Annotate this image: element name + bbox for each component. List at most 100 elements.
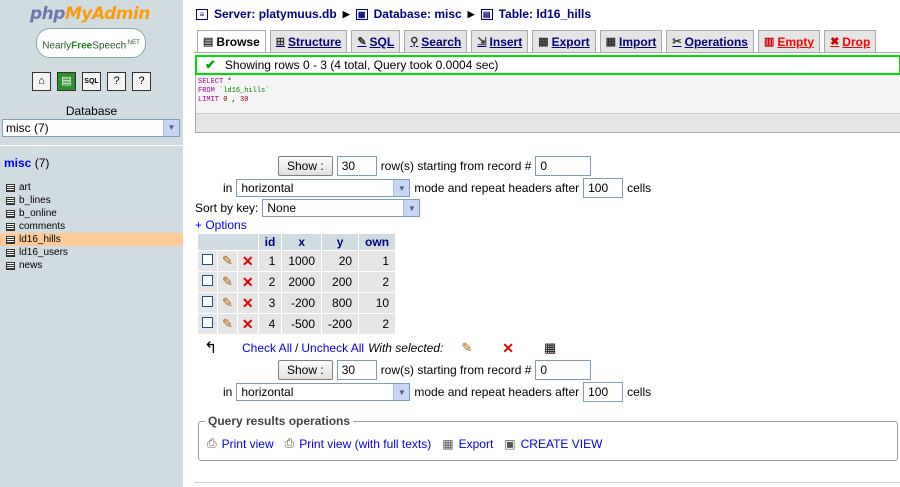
rows-input[interactable]: 30 — [336, 156, 377, 176]
exit-icon[interactable]: ▤ — [57, 72, 76, 91]
export-selected-icon[interactable]: ▦ — [544, 340, 556, 356]
table-name[interactable]: comments — [19, 220, 65, 233]
table-name[interactable]: news — [19, 259, 42, 272]
breadcrumb-table[interactable]: Table: ld16_hills — [499, 7, 591, 21]
start-record-input-bottom[interactable]: 0 — [535, 360, 592, 380]
edit-selected-pencil-icon[interactable]: ✎ — [461, 340, 472, 356]
export-link[interactable]: Export — [459, 437, 494, 451]
create-view-link[interactable]: CREATE VIEW — [521, 437, 603, 451]
table-name[interactable]: ld16_hills — [19, 233, 61, 246]
show-button-bottom[interactable]: Show : — [278, 360, 333, 380]
tab-empty[interactable]: ▥ Empty — [757, 30, 821, 52]
print-view-link[interactable]: Print view — [222, 437, 274, 451]
tab-browse[interactable]: ▤ Browse — [197, 30, 266, 52]
edit-pencil-icon[interactable]: ✎ — [222, 316, 233, 331]
docs-icon[interactable]: ? — [107, 72, 126, 91]
tab-bar: ▤ Browse ⊞ Structure ✎ SQL ⚲ Search ⇲ Insert … — [197, 30, 877, 52]
table-list-item-active[interactable]: ld16_hills — [0, 233, 183, 246]
display-mode-select-bottom[interactable]: horizontal ▼ — [236, 383, 411, 401]
delete-x-icon[interactable]: ✕ — [242, 274, 254, 290]
show-button[interactable]: Show : — [278, 156, 333, 176]
cell-id: 2 — [258, 272, 282, 292]
print-icon[interactable]: ⎙ — [285, 436, 295, 451]
tab-insert[interactable]: ⇲ Insert — [471, 30, 529, 52]
table-icon[interactable] — [6, 183, 15, 192]
nav-divider — [0, 145, 183, 146]
delete-selected-x-icon[interactable]: ✕ — [502, 340, 514, 357]
row-checkbox[interactable] — [202, 254, 213, 265]
db-heading-link[interactable]: misc — [4, 156, 31, 170]
query-window-icon[interactable]: SQL — [82, 72, 101, 91]
chevron-down-icon[interactable]: ▼ — [393, 384, 410, 400]
corner-arrow-icon: ↰ — [204, 340, 218, 357]
delete-x-icon[interactable]: ✕ — [242, 295, 254, 311]
breadcrumb-database[interactable]: Database: misc — [374, 7, 462, 21]
phpmyadmin-logo[interactable]: phpMyAdmin NearlyFreeSpeech.NET — [30, 4, 160, 64]
row-delete-cell: ✕ — [237, 251, 258, 271]
rows-input-bottom[interactable]: 30 — [336, 360, 377, 380]
cell-y: 800 — [322, 293, 359, 313]
sql-line: SELECT * — [198, 78, 898, 87]
tab-drop[interactable]: ✖ Drop — [824, 30, 877, 52]
check-all-link[interactable]: Check All — [242, 341, 292, 355]
column-header-y[interactable]: y — [322, 234, 359, 250]
row-checkbox[interactable] — [202, 275, 213, 286]
rows-label-bottom: row(s) starting from record # — [380, 363, 532, 377]
tab-search[interactable]: ⚲ Search — [404, 30, 468, 52]
delete-x-icon[interactable]: ✕ — [242, 253, 254, 269]
in-label-bottom: in — [223, 385, 233, 399]
column-header-own[interactable]: own — [359, 234, 396, 250]
table-icon[interactable] — [6, 248, 15, 257]
delete-x-icon[interactable]: ✕ — [242, 316, 254, 332]
create-view-icon[interactable]: ▣ — [504, 437, 515, 451]
export-icon[interactable]: ▦ — [442, 437, 453, 451]
row-checkbox[interactable] — [202, 317, 213, 328]
table-icon[interactable] — [6, 222, 15, 231]
chevron-down-icon[interactable]: ▼ — [163, 120, 179, 136]
repeat-headers-input[interactable]: 100 — [583, 178, 624, 198]
mysql-docs-icon[interactable]: ? — [132, 72, 151, 91]
edit-pencil-icon[interactable]: ✎ — [222, 253, 233, 268]
table-name[interactable]: b_online — [19, 207, 57, 220]
table-list-item[interactable]: ld16_users — [0, 246, 183, 259]
row-checkbox[interactable] — [202, 296, 213, 307]
table-header-row: id x y own — [198, 234, 396, 250]
table-icon[interactable] — [6, 261, 15, 270]
home-icon[interactable]: ⌂ — [32, 72, 51, 91]
column-header-id[interactable]: id — [258, 234, 282, 250]
table-list-item[interactable]: news — [0, 259, 183, 272]
chevron-down-icon[interactable]: ▼ — [403, 200, 420, 216]
table-list-item[interactable]: b_lines — [0, 194, 183, 207]
table-name[interactable]: art — [19, 181, 31, 194]
table-name[interactable]: b_lines — [19, 194, 51, 207]
tab-import[interactable]: ▦ Import — [599, 30, 663, 52]
options-link[interactable]: + Options — [195, 218, 247, 232]
print-icon[interactable]: ⎙ — [207, 436, 217, 451]
sort-key-select[interactable]: None ▼ — [262, 199, 421, 217]
database-select[interactable]: misc (7) ▼ — [2, 119, 180, 137]
start-record-input[interactable]: 0 — [535, 156, 592, 176]
table-icon[interactable] — [6, 209, 15, 218]
breadcrumb-server[interactable]: Server: platymuus.db — [214, 7, 337, 21]
column-header-x[interactable]: x — [282, 234, 322, 250]
export-icon: ▦ — [538, 36, 549, 48]
display-mode-select[interactable]: horizontal ▼ — [236, 179, 411, 197]
server-icon: ≡ — [196, 8, 208, 20]
table-list-item[interactable]: comments — [0, 220, 183, 233]
edit-pencil-icon[interactable]: ✎ — [222, 295, 233, 310]
tab-structure[interactable]: ⊞ Structure — [269, 30, 348, 52]
uncheck-all-link[interactable]: Uncheck All — [301, 341, 364, 355]
tab-export[interactable]: ▦ Export — [532, 30, 596, 52]
table-name[interactable]: ld16_users — [19, 246, 68, 259]
table-icon[interactable] — [6, 196, 15, 205]
tab-operations[interactable]: ✂ Operations — [666, 30, 754, 52]
print-view-full-link[interactable]: Print view (with full texts) — [299, 437, 431, 451]
chevron-down-icon[interactable]: ▼ — [393, 180, 410, 196]
table-list-item[interactable]: art — [0, 181, 183, 194]
tab-sql[interactable]: ✎ SQL — [351, 30, 401, 52]
table-icon[interactable] — [6, 235, 15, 244]
repeat-headers-input-bottom[interactable]: 100 — [583, 382, 624, 402]
table-list-item[interactable]: b_online — [0, 207, 183, 220]
edit-pencil-icon[interactable]: ✎ — [222, 274, 233, 289]
insert-icon: ⇲ — [477, 36, 487, 48]
